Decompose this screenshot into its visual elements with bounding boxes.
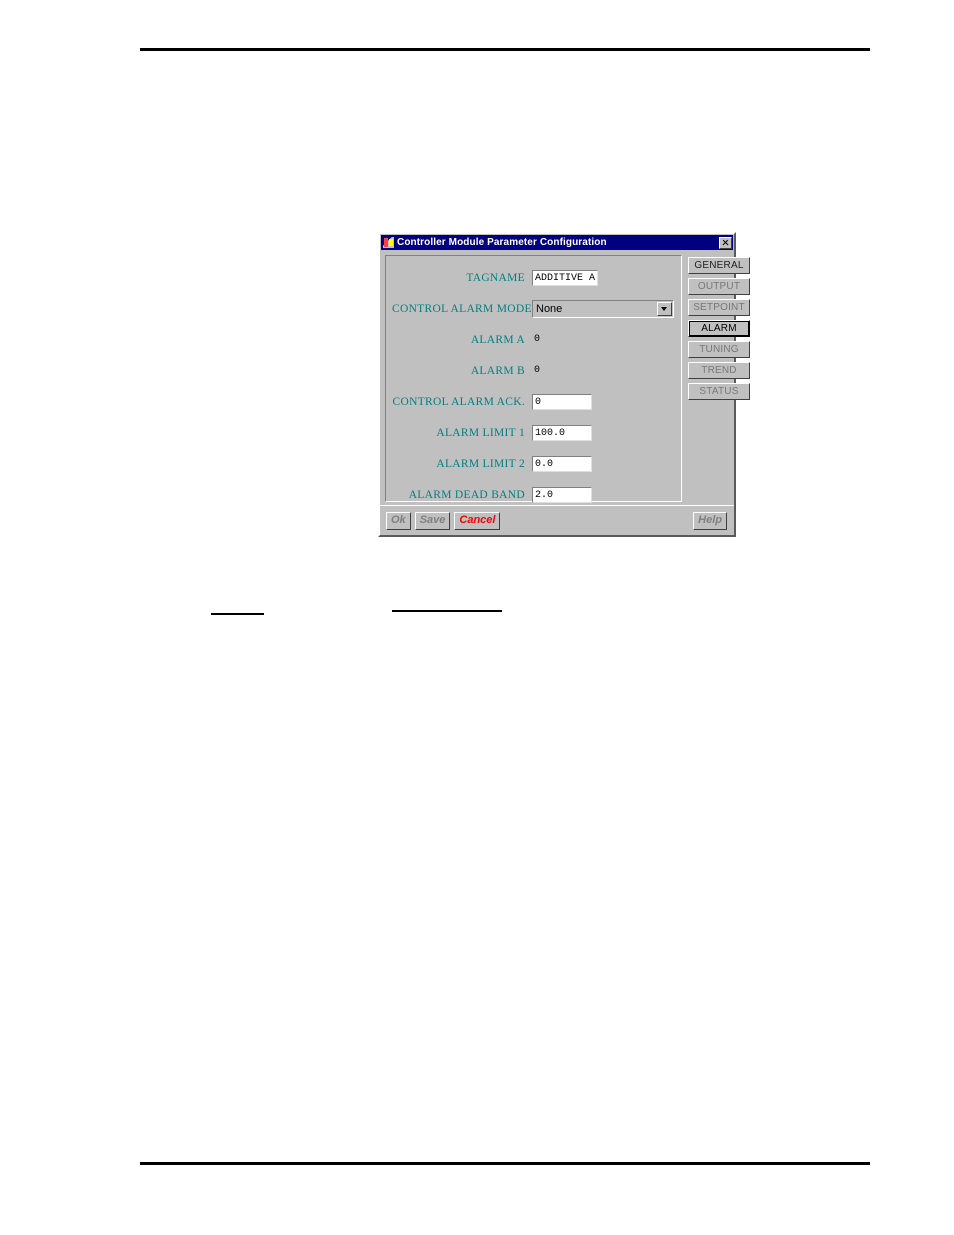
- tab-setpoint[interactable]: SETPOINT: [688, 299, 750, 316]
- field-row-tagname: TAGNAME ADDITIVE A: [392, 266, 674, 289]
- section-tab-column: GENERAL OUTPUT SETPOINT ALARM TUNING TRE…: [688, 255, 750, 502]
- label-control-alarm-mode: CONTROL ALARM MODE: [392, 302, 532, 315]
- field-row-control-alarm-mode: CONTROL ALARM MODE None: [392, 297, 674, 320]
- cancel-button[interactable]: Cancel: [454, 511, 501, 530]
- label-alarm-limit-2: ALARM LIMIT 2: [436, 457, 525, 470]
- tagname-input[interactable]: ADDITIVE A: [532, 269, 598, 286]
- field-control-alarm-mode: None: [532, 299, 674, 318]
- save-button[interactable]: Save: [414, 511, 451, 530]
- note-rule-right: [392, 610, 502, 612]
- control-alarm-ack-input[interactable]: 0: [532, 393, 592, 410]
- label-alarm-limit-1: ALARM LIMIT 1: [436, 426, 525, 439]
- tab-alarm[interactable]: ALARM: [688, 320, 750, 337]
- field-control-alarm-a: 0: [532, 332, 540, 348]
- field-control-alarm-limit-2: 0.0: [532, 455, 592, 472]
- field-control-alarm-b: 0: [532, 363, 540, 379]
- help-button[interactable]: Help: [693, 511, 727, 530]
- parameter-form-panel: TAGNAME ADDITIVE A CONTROL ALARM MODE No…: [385, 255, 682, 503]
- control-alarm-mode-value: None: [533, 300, 657, 317]
- tab-output[interactable]: OUTPUT: [688, 278, 750, 295]
- label-alarm-b: ALARM B: [470, 364, 525, 377]
- field-row-control-alarm-ack: CONTROL ALARM ACK. 0: [392, 390, 674, 413]
- field-row-alarm-a: ALARM A 0: [392, 328, 674, 351]
- label-alarm-dead-band: ALARM DEAD BAND: [408, 488, 525, 501]
- field-row-alarm-limit-2: ALARM LIMIT 2 0.0: [392, 452, 674, 475]
- page-bottom-rule: [140, 1162, 870, 1165]
- alarm-limit-2-input[interactable]: 0.0: [532, 455, 592, 472]
- field-control-tagname: ADDITIVE A: [532, 269, 598, 286]
- field-control-alarm-ack: 0: [532, 393, 592, 410]
- dialog-title: Controller Module Parameter Configuratio…: [397, 237, 607, 248]
- alarm-dead-band-input[interactable]: 2.0: [532, 486, 592, 503]
- control-alarm-mode-select[interactable]: None: [532, 299, 674, 318]
- ok-button[interactable]: Ok: [386, 511, 411, 530]
- dialog-footer: Ok Save Cancel Help: [380, 505, 734, 535]
- alarm-a-value: 0: [534, 333, 541, 345]
- application-icon: [383, 237, 394, 248]
- label-alarm-a: ALARM A: [470, 333, 525, 346]
- label-control-alarm-ack: CONTROL ALARM ACK.: [392, 395, 525, 408]
- field-control-alarm-dead-band: 2.0: [532, 486, 592, 503]
- page-top-rule: [140, 48, 870, 51]
- controller-module-parameter-dialog: Controller Module Parameter Configuratio…: [378, 232, 750, 537]
- field-row-alarm-b: ALARM B 0: [392, 359, 674, 382]
- label-tagname: TAGNAME: [466, 271, 525, 284]
- close-icon[interactable]: [719, 236, 732, 249]
- note-rule-left: [211, 613, 264, 615]
- dialog-body: TAGNAME ADDITIVE A CONTROL ALARM MODE No…: [380, 250, 750, 505]
- tab-general[interactable]: GENERAL: [688, 257, 750, 274]
- tab-tuning[interactable]: TUNING: [688, 341, 750, 358]
- field-control-alarm-limit-1: 100.0: [532, 424, 592, 441]
- chevron-down-icon[interactable]: [657, 301, 672, 316]
- dialog-titlebar[interactable]: Controller Module Parameter Configuratio…: [381, 235, 733, 250]
- tab-trend[interactable]: TREND: [688, 362, 750, 379]
- tab-status[interactable]: STATUS: [688, 383, 750, 400]
- alarm-limit-1-input[interactable]: 100.0: [532, 424, 592, 441]
- field-row-alarm-limit-1: ALARM LIMIT 1 100.0: [392, 421, 674, 444]
- field-row-alarm-dead-band: ALARM DEAD BAND 2.0: [392, 483, 674, 506]
- alarm-b-value: 0: [534, 364, 541, 376]
